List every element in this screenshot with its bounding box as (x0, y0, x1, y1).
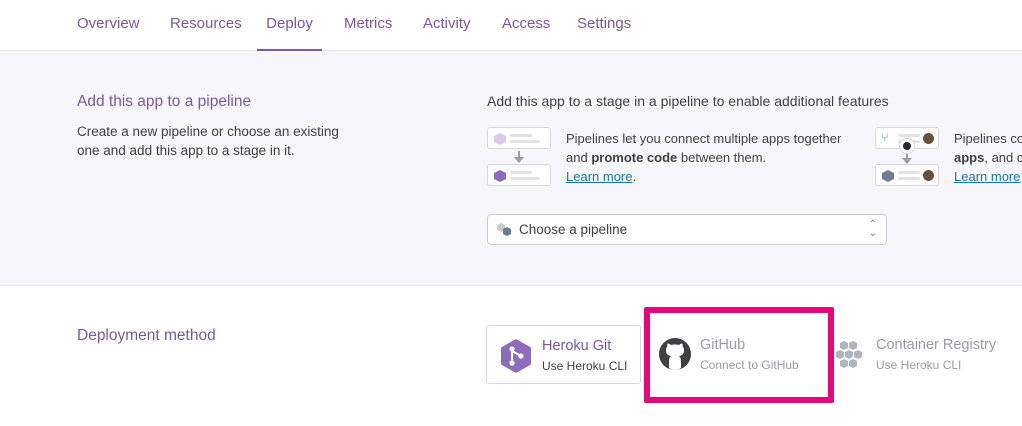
pipeline-feature-promote: Pipelines let you connect multiple apps … (566, 131, 842, 184)
deploy-method-github[interactable]: GitHub Connect to GitHub (650, 325, 828, 384)
heroku-git-sub: Use Heroku CLI (542, 359, 628, 373)
pipeline-section-description: Create a new pipeline or choose an exist… (77, 124, 339, 158)
merge-icon: ⑂ (881, 130, 889, 145)
app-nav-tabs: Overview Resources Deploy Metrics Activi… (0, 0, 1022, 51)
tab-activity[interactable]: Activity (423, 0, 471, 51)
container-registry-icon (836, 341, 862, 368)
choose-pipeline-select[interactable]: Choose a pipeline ⌃ ⌄ (487, 214, 887, 245)
learn-more-link-github[interactable]: Learn more (954, 169, 1020, 184)
pipeline-github-illustration: ⑂ (875, 127, 941, 187)
pipeline-icon (497, 223, 511, 236)
learn-more-link-promote[interactable]: Learn more (566, 169, 632, 184)
avatar-icon (923, 133, 934, 144)
choose-pipeline-value: Choose a pipeline (519, 222, 628, 237)
deploy-method-heroku-git[interactable]: Heroku Git Use Heroku CLI (486, 325, 641, 384)
github-label: GitHub (700, 337, 746, 353)
tab-overview[interactable]: Overview (77, 0, 140, 51)
container-registry-sub: Use Heroku CLI (876, 358, 962, 372)
tab-metrics[interactable]: Metrics (344, 0, 392, 51)
pipeline-feature-github: Pipelines co apps, and c Learn more (954, 131, 1022, 184)
pipeline-features-heading: Add this app to a stage in a pipeline to… (487, 93, 889, 109)
avatar-icon (923, 170, 934, 181)
github-sub: Connect to GitHub (700, 358, 799, 372)
tab-access[interactable]: Access (502, 0, 550, 51)
pipeline-section: Add this app to a pipeline Create a new … (0, 51, 1022, 286)
heroku-git-icon (501, 339, 531, 373)
highlight-corner-gap (820, 313, 828, 321)
container-registry-label: Container Registry (876, 337, 997, 353)
pipeline-promote-illustration (487, 127, 553, 187)
tab-settings[interactable]: Settings (577, 0, 631, 51)
github-small-icon (899, 138, 915, 154)
heroku-git-label: Heroku Git (542, 338, 612, 354)
pipeline-section-title: Add this app to a pipeline (77, 93, 252, 110)
deployment-method-title: Deployment method (77, 327, 216, 344)
tab-resources[interactable]: Resources (170, 0, 242, 51)
tab-deploy[interactable]: Deploy (257, 0, 322, 51)
github-icon (659, 338, 691, 370)
chevron-updown-icon: ⌃ ⌄ (868, 219, 877, 239)
deploy-method-container-registry[interactable]: Container Registry Use Heroku CLI (834, 325, 1022, 384)
